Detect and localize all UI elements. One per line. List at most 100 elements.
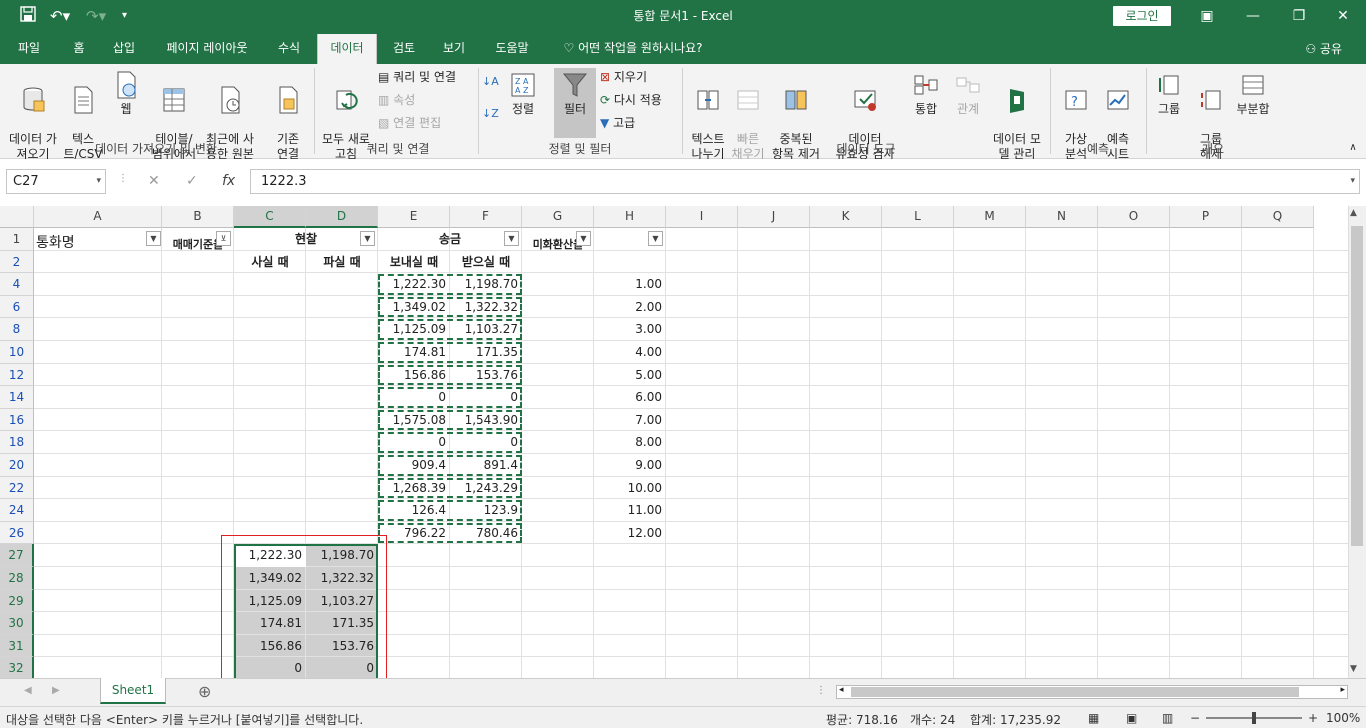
column-header-a[interactable]: A xyxy=(34,206,162,228)
edit-links-button[interactable]: ▧ 연결 편집 xyxy=(378,114,478,132)
restore-icon[interactable]: ❐ xyxy=(1276,0,1322,32)
scroll-up-icon[interactable]: ▲ xyxy=(1350,208,1357,218)
properties-button[interactable]: ▥ 속성 xyxy=(378,91,478,109)
sheet-next-icon[interactable]: ▶ xyxy=(52,685,60,696)
tab-data[interactable]: 데이터 xyxy=(317,34,377,64)
web-button[interactable]: 웹 xyxy=(108,70,144,117)
row-header-1[interactable]: 1 xyxy=(0,228,34,251)
new-sheet-icon[interactable]: ⊕ xyxy=(198,682,211,701)
consolidate-button[interactable]: 통합 xyxy=(906,70,946,117)
clear-filter-button[interactable]: ⊠ 지우기 xyxy=(600,68,680,86)
sort-descending-icon[interactable]: ↓Z xyxy=(482,106,499,121)
advanced-filter-button[interactable]: ▼ 고급 xyxy=(600,114,680,132)
minimize-icon[interactable]: — xyxy=(1230,0,1276,32)
row-header-31[interactable]: 31 xyxy=(0,634,34,658)
row-header-28[interactable]: 28 xyxy=(0,567,34,590)
zoom-out-icon[interactable]: − xyxy=(1190,711,1200,725)
tab-review[interactable]: 검토 xyxy=(384,32,424,64)
group-button[interactable]: 그룹 xyxy=(1150,70,1188,117)
row-header-4[interactable]: 4 xyxy=(0,273,34,296)
scroll-down-icon[interactable]: ▼ xyxy=(1350,664,1357,674)
sheet-tab-sheet1[interactable]: Sheet1 xyxy=(100,678,166,704)
zoom-in-icon[interactable]: + xyxy=(1308,711,1318,725)
column-header-k[interactable]: K xyxy=(810,206,882,228)
filter-dropdown-icon[interactable]: ▼ xyxy=(504,231,519,246)
filter-button[interactable]: 필터 xyxy=(554,68,596,138)
tab-help[interactable]: 도움말 xyxy=(484,32,540,64)
column-header-c[interactable]: C xyxy=(234,206,306,228)
row-header-32[interactable]: 32 xyxy=(0,657,34,678)
column-header-d[interactable]: D xyxy=(306,206,378,228)
page-break-view-icon[interactable]: ▥ xyxy=(1162,711,1173,725)
insert-function-icon[interactable]: fx xyxy=(222,173,235,189)
login-button[interactable]: 로그인 xyxy=(1113,6,1171,26)
name-box[interactable]: C27 ▾ xyxy=(6,169,106,194)
column-header-b[interactable]: B xyxy=(162,206,234,228)
row-header-10[interactable]: 10 xyxy=(0,341,34,364)
row-header-30[interactable]: 30 xyxy=(0,612,34,635)
filter-active-icon[interactable]: ⊻ xyxy=(216,231,231,246)
column-header-n[interactable]: N xyxy=(1026,206,1098,228)
row-header-12[interactable]: 12 xyxy=(0,363,34,387)
horizontal-scrollbar[interactable]: ◂ ▸ xyxy=(836,685,1348,699)
row-header-18[interactable]: 18 xyxy=(0,431,34,454)
zoom-slider-thumb[interactable] xyxy=(1252,712,1256,724)
column-header-o[interactable]: O xyxy=(1098,206,1170,228)
cancel-icon[interactable]: ✕ xyxy=(148,173,160,189)
column-header-m[interactable]: M xyxy=(954,206,1026,228)
row-header-6[interactable]: 6 xyxy=(0,295,34,319)
close-icon[interactable]: ✕ xyxy=(1320,0,1366,32)
vertical-scroll-thumb[interactable] xyxy=(1351,226,1363,546)
sheet-prev-icon[interactable]: ◀ xyxy=(24,685,32,696)
row-header-26[interactable]: 26 xyxy=(0,521,34,545)
row-header-27[interactable]: 27 xyxy=(0,544,34,567)
scroll-right-icon[interactable]: ▸ xyxy=(1340,685,1345,695)
subtotal-button[interactable]: 부분합 xyxy=(1232,70,1274,117)
queries-connections-button[interactable]: ▤ 쿼리 및 연결 xyxy=(378,68,478,86)
sort-button[interactable]: Z AA Z 정렬 xyxy=(504,70,542,117)
expand-formula-icon[interactable]: ▾ xyxy=(1350,170,1355,193)
name-box-dropdown-icon[interactable]: ▾ xyxy=(96,170,101,193)
row-header-22[interactable]: 22 xyxy=(0,476,34,500)
tab-view[interactable]: 보기 xyxy=(434,32,474,64)
column-header-q[interactable]: Q xyxy=(1242,206,1314,228)
column-header-j[interactable]: J xyxy=(738,206,810,228)
tab-home[interactable]: 홈 xyxy=(62,32,96,64)
share-button[interactable]: ⚇ 공유 xyxy=(1305,40,1342,57)
page-layout-view-icon[interactable]: ▣ xyxy=(1126,711,1137,725)
filter-dropdown-icon[interactable]: ▼ xyxy=(576,231,591,246)
horizontal-scroll-thumb[interactable] xyxy=(851,687,1299,697)
row-header-20[interactable]: 20 xyxy=(0,454,34,477)
tab-page-layout[interactable]: 페이지 레이아웃 xyxy=(154,32,260,64)
collapse-ribbon-icon[interactable]: ∧ xyxy=(1346,140,1360,155)
ribbon-display-icon[interactable]: ▣ xyxy=(1184,0,1230,32)
filter-dropdown-icon[interactable]: ▼ xyxy=(146,231,161,246)
enter-check-icon[interactable]: ✓ xyxy=(186,173,198,189)
row-header-8[interactable]: 8 xyxy=(0,318,34,341)
tab-insert[interactable]: 삽입 xyxy=(104,32,144,64)
column-header-p[interactable]: P xyxy=(1170,206,1242,228)
tab-formulas[interactable]: 수식 xyxy=(268,32,310,64)
tell-me-search[interactable]: ♡ 어떤 작업을 원하시나요? xyxy=(552,32,714,64)
hscroll-handle-icon[interactable]: ⋮ xyxy=(816,685,826,696)
filter-dropdown-icon[interactable]: ▼ xyxy=(360,231,375,246)
row-header-24[interactable]: 24 xyxy=(0,499,34,522)
spreadsheet-grid[interactable]: A B C D E F G H I J K L M N O P Q 1 2 4 6 8 10 12 14 16 18 20 22 24 26… xyxy=(0,206,1366,678)
column-header-g[interactable]: G xyxy=(522,206,594,228)
filter-dropdown-icon[interactable]: ▼ xyxy=(648,231,663,246)
row-header-16[interactable]: 16 xyxy=(0,408,34,432)
row-header-2[interactable]: 2 xyxy=(0,250,34,274)
column-header-e[interactable]: E xyxy=(378,206,450,228)
column-header-f[interactable]: F xyxy=(450,206,522,228)
column-header-i[interactable]: I xyxy=(666,206,738,228)
normal-view-icon[interactable]: ▦ xyxy=(1088,711,1099,725)
tab-file[interactable]: 파일 xyxy=(6,32,52,64)
reapply-button[interactable]: ⟳ 다시 적용 xyxy=(600,91,680,109)
column-header-h[interactable]: H xyxy=(594,206,666,228)
column-header-l[interactable]: L xyxy=(882,206,954,228)
zoom-level[interactable]: 100% xyxy=(1326,711,1360,725)
formula-input[interactable]: 1222.3 ▾ xyxy=(250,169,1360,194)
row-header-14[interactable]: 14 xyxy=(0,386,34,409)
sort-ascending-icon[interactable]: ↓A xyxy=(482,74,499,89)
row-header-29[interactable]: 29 xyxy=(0,589,34,613)
